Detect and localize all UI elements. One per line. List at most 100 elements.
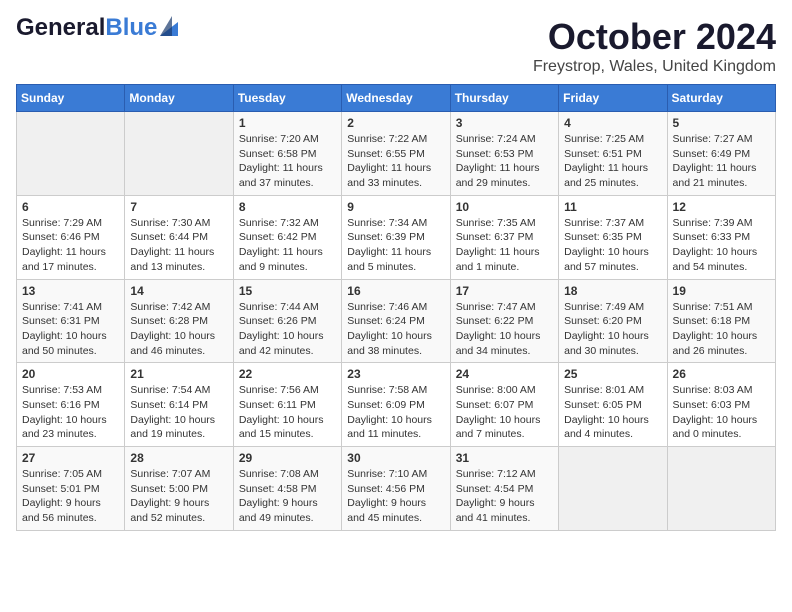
sunset-text: Sunset: 6:03 PM bbox=[673, 398, 770, 413]
day-info: Sunrise: 7:41 AMSunset: 6:31 PMDaylight:… bbox=[22, 300, 119, 359]
daylight-text: Daylight: 9 hours and 56 minutes. bbox=[22, 496, 119, 525]
daylight-text: Daylight: 11 hours and 33 minutes. bbox=[347, 161, 444, 190]
day-info: Sunrise: 8:01 AMSunset: 6:05 PMDaylight:… bbox=[564, 383, 661, 442]
sunset-text: Sunset: 4:54 PM bbox=[456, 482, 553, 497]
calendar-cell: 25 Sunrise: 8:01 AMSunset: 6:05 PMDayligh… bbox=[559, 363, 667, 447]
day-number: 16 bbox=[347, 284, 444, 298]
daylight-text: Daylight: 10 hours and 19 minutes. bbox=[130, 413, 227, 442]
calendar-cell bbox=[17, 112, 125, 196]
daylight-text: Daylight: 11 hours and 13 minutes. bbox=[130, 245, 227, 274]
daylight-text: Daylight: 11 hours and 1 minute. bbox=[456, 245, 553, 274]
day-info: Sunrise: 7:56 AMSunset: 6:11 PMDaylight:… bbox=[239, 383, 336, 442]
location-subtitle: Freystrop, Wales, United Kingdom bbox=[533, 58, 776, 76]
sunset-text: Sunset: 6:39 PM bbox=[347, 230, 444, 245]
daylight-text: Daylight: 11 hours and 29 minutes. bbox=[456, 161, 553, 190]
daylight-text: Daylight: 10 hours and 11 minutes. bbox=[347, 413, 444, 442]
calendar-cell: 29Sunrise: 7:08 AMSunset: 4:58 PMDayligh… bbox=[233, 447, 341, 531]
sunset-text: Sunset: 6:16 PM bbox=[22, 398, 119, 413]
calendar-cell: 1Sunrise: 7:20 AMSunset: 6:58 PMDaylight… bbox=[233, 112, 341, 196]
calendar-cell: 19Sunrise: 7:51 AMSunset: 6:18 PMDayligh… bbox=[667, 279, 775, 363]
calendar-week-row: 27Sunrise: 7:05 AMSunset: 5:01 PMDayligh… bbox=[17, 447, 776, 531]
sunrise-text: Sunrise: 7:51 AM bbox=[673, 300, 770, 315]
calendar-cell: 22Sunrise: 7:56 AMSunset: 6:11 PMDayligh… bbox=[233, 363, 341, 447]
sunrise-text: Sunrise: 7:47 AM bbox=[456, 300, 553, 315]
calendar-cell: 15Sunrise: 7:44 AMSunset: 6:26 PMDayligh… bbox=[233, 279, 341, 363]
sunrise-text: Sunrise: 7:54 AM bbox=[130, 383, 227, 398]
calendar-week-row: 13 Sunrise: 7:41 AMSunset: 6:31 PMDayligh… bbox=[17, 279, 776, 363]
day-number: 3 bbox=[456, 116, 553, 130]
day-number: 23 bbox=[347, 367, 444, 381]
sunrise-text: Sunrise: 7:10 AM bbox=[347, 467, 444, 482]
day-number: 21 bbox=[130, 367, 227, 381]
sunset-text: Sunset: 6:26 PM bbox=[239, 314, 336, 329]
calendar-cell: 20Sunrise: 7:53 AMSunset: 6:16 PMDayligh… bbox=[17, 363, 125, 447]
day-info: Sunrise: 7:47 AMSunset: 6:22 PMDaylight:… bbox=[456, 300, 553, 359]
calendar-cell: 7Sunrise: 7:30 AMSunset: 6:44 PMDaylight… bbox=[125, 195, 233, 279]
day-info: Sunrise: 7:53 AMSunset: 6:16 PMDaylight:… bbox=[22, 383, 119, 442]
day-number: 9 bbox=[347, 200, 444, 214]
daylight-text: Daylight: 10 hours and 50 minutes. bbox=[22, 329, 119, 358]
calendar-table: SundayMondayTuesdayWednesdayThursdayFrid… bbox=[16, 84, 776, 531]
daylight-text: Daylight: 11 hours and 9 minutes. bbox=[239, 245, 336, 274]
day-info: Sunrise: 7:29 AMSunset: 6:46 PMDaylight:… bbox=[22, 216, 119, 275]
daylight-text: Daylight: 10 hours and 0 minutes. bbox=[673, 413, 770, 442]
calendar-week-row: 1 Sunrise: 7:20 AMSunset: 6:58 PM Daylight… bbox=[17, 112, 776, 196]
daylight-text: Daylight: 11 hours and 21 minutes. bbox=[673, 161, 770, 190]
day-number: 30 bbox=[347, 451, 444, 465]
sunrise-text: Sunrise: 7:20 AM bbox=[239, 132, 336, 147]
day-number: 17 bbox=[456, 284, 553, 298]
day-of-week-monday: Monday bbox=[125, 85, 233, 112]
sunrise-text: Sunrise: 7:39 AM bbox=[673, 216, 770, 231]
daylight-text: Daylight: 10 hours and 23 minutes. bbox=[22, 413, 119, 442]
day-info: Sunrise: 7:42 AMSunset: 6:28 PMDaylight:… bbox=[130, 300, 227, 359]
sunrise-text: Sunrise: 7:35 AM bbox=[456, 216, 553, 231]
daylight-text: Daylight: 11 hours and 17 minutes. bbox=[22, 245, 119, 274]
day-info: Sunrise: 7:32 AMSunset: 6:42 PMDaylight:… bbox=[239, 216, 336, 275]
sunrise-text: Sunrise: 8:03 AM bbox=[673, 383, 770, 398]
daylight-text: Daylight: 10 hours and 30 minutes. bbox=[564, 329, 661, 358]
day-info: Sunrise: 7:10 AMSunset: 4:56 PMDaylight:… bbox=[347, 467, 444, 526]
day-number: 24 bbox=[456, 367, 553, 381]
calendar-cell: 13 Sunrise: 7:41 AMSunset: 6:31 PMDayligh… bbox=[17, 279, 125, 363]
calendar-cell: 30 Sunrise: 7:10 AMSunset: 4:56 PMDayligh… bbox=[342, 447, 450, 531]
day-number: 12 bbox=[673, 200, 770, 214]
calendar-cell: 31Sunrise: 7:12 AMSunset: 4:54 PMDayligh… bbox=[450, 447, 558, 531]
sunset-text: Sunset: 6:44 PM bbox=[130, 230, 227, 245]
sunrise-text: Sunrise: 7:24 AM bbox=[456, 132, 553, 147]
day-info: Sunrise: 7:35 AMSunset: 6:37 PMDaylight:… bbox=[456, 216, 553, 275]
day-info: Sunrise: 7:22 AMSunset: 6:55 PMDaylight:… bbox=[347, 132, 444, 191]
day-number: 2 bbox=[347, 116, 444, 130]
sunset-text: Sunset: 6:42 PM bbox=[239, 230, 336, 245]
sunset-text: Sunset: 6:11 PM bbox=[239, 398, 336, 413]
calendar-cell: 6Sunrise: 7:29 AMSunset: 6:46 PMDaylight… bbox=[17, 195, 125, 279]
day-info: Sunrise: 7:39 AMSunset: 6:33 PMDaylight:… bbox=[673, 216, 770, 275]
day-number: 4 bbox=[564, 116, 661, 130]
day-number: 13 bbox=[22, 284, 119, 298]
sunrise-text: Sunrise: 7:32 AM bbox=[239, 216, 336, 231]
calendar-cell: 21 Sunrise: 7:54 AMSunset: 6:14 PMDayligh… bbox=[125, 363, 233, 447]
calendar-cell: 16Sunrise: 7:46 AMSunset: 6:24 PMDayligh… bbox=[342, 279, 450, 363]
daylight-text: Daylight: 11 hours and 5 minutes. bbox=[347, 245, 444, 274]
sunset-text: Sunset: 6:05 PM bbox=[564, 398, 661, 413]
day-number: 10 bbox=[456, 200, 553, 214]
sunset-text: Sunset: 6:37 PM bbox=[456, 230, 553, 245]
daylight-text: Daylight: 10 hours and 4 minutes. bbox=[564, 413, 661, 442]
sunrise-text: Sunrise: 7:29 AM bbox=[22, 216, 119, 231]
sunset-text: Sunset: 6:58 PM bbox=[239, 147, 336, 162]
sunset-text: Sunset: 6:46 PM bbox=[22, 230, 119, 245]
day-info: Sunrise: 7:34 AMSunset: 6:39 PMDaylight:… bbox=[347, 216, 444, 275]
daylight-text: Daylight: 10 hours and 57 minutes. bbox=[564, 245, 661, 274]
sunset-text: Sunset: 6:14 PM bbox=[130, 398, 227, 413]
sunset-text: Sunset: 6:35 PM bbox=[564, 230, 661, 245]
calendar-cell: 12 Sunrise: 7:39 AMSunset: 6:33 PMDayligh… bbox=[667, 195, 775, 279]
sunrise-text: Sunrise: 7:42 AM bbox=[130, 300, 227, 315]
sunrise-text: Sunrise: 7:25 AM bbox=[564, 132, 661, 147]
sunrise-text: Sunrise: 7:56 AM bbox=[239, 383, 336, 398]
calendar-cell: 27Sunrise: 7:05 AMSunset: 5:01 PMDayligh… bbox=[17, 447, 125, 531]
daylight-text: Daylight: 9 hours and 41 minutes. bbox=[456, 496, 553, 525]
sunrise-text: Sunrise: 7:44 AM bbox=[239, 300, 336, 315]
day-number: 25 bbox=[564, 367, 661, 381]
sunrise-text: Sunrise: 7:12 AM bbox=[456, 467, 553, 482]
day-number: 1 bbox=[239, 116, 336, 130]
calendar-cell: 5Sunrise: 7:27 AMSunset: 6:49 PMDaylight… bbox=[667, 112, 775, 196]
